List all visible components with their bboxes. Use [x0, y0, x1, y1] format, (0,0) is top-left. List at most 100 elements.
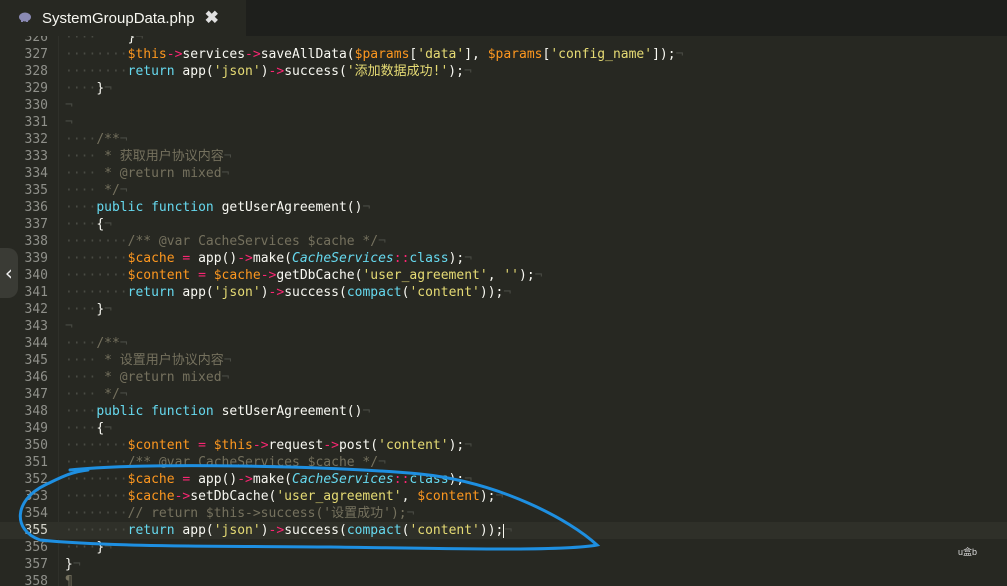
code-text: }¬ — [65, 557, 81, 572]
code-line[interactable]: 333 ···· * 获取用户协议内容¬ — [0, 148, 1007, 165]
line-number: 335 — [24, 183, 48, 198]
code-text: ····public function setUserAgreement()¬ — [65, 404, 371, 419]
code-line[interactable]: 338 ········/** @var CacheServices $cache… — [0, 233, 1007, 250]
code-line[interactable]: 345 ···· * 设置用户协议内容¬ — [0, 352, 1007, 369]
code-text: ····/**¬ — [65, 132, 128, 147]
code-line[interactable]: 349 ····{¬ — [0, 420, 1007, 437]
code-text: ········/** @var CacheServices $cache */… — [65, 455, 386, 470]
code-line[interactable]: 336 ····public function getUserAgreement(… — [0, 199, 1007, 216]
chevron-left-icon[interactable]: ‹ — [0, 248, 18, 298]
code-text: ····{¬ — [65, 421, 112, 436]
code-line[interactable]: 351 ········/** @var CacheServices $cache… — [0, 454, 1007, 471]
code-text: ···· * @return mixed¬ — [65, 370, 230, 385]
code-line[interactable]: 341 ········return app('json')->success(c… — [0, 284, 1007, 301]
line-number: 346 — [24, 370, 48, 385]
code-line[interactable]: 355 ········return app('json')->success(c… — [0, 522, 1007, 539]
line-number: 353 — [24, 489, 48, 504]
file-tab[interactable]: SystemGroupData.php ✖ — [0, 0, 246, 36]
code-text: ···· * 获取用户协议内容¬ — [65, 149, 232, 164]
line-number: 336 — [24, 200, 48, 215]
code-line[interactable]: 326 ···· }¬ — [0, 36, 1007, 46]
code-text: ¬ — [65, 98, 73, 113]
line-number: 333 — [24, 149, 48, 164]
code-text: ····}¬ — [65, 81, 112, 96]
gutter-divider — [58, 36, 59, 586]
code-text: ····/**¬ — [65, 336, 128, 351]
line-number: 327 — [24, 47, 48, 62]
line-number: 347 — [24, 387, 48, 402]
code-text: ········return app('json')->success(comp… — [65, 285, 512, 300]
code-line[interactable]: 350 ········$content = $this->request->po… — [0, 437, 1007, 454]
code-line[interactable]: 332 ····/**¬ — [0, 131, 1007, 148]
code-line[interactable]: 357 }¬ — [0, 556, 1007, 573]
code-text: ····}¬ — [65, 302, 112, 317]
code-text: ···· * 设置用户协议内容¬ — [65, 353, 232, 368]
line-number: 350 — [24, 438, 48, 453]
code-line[interactable]: 358 ¶ — [0, 573, 1007, 586]
code-text: ···· */¬ — [65, 183, 128, 198]
code-line[interactable]: 334 ···· * @return mixed¬ — [0, 165, 1007, 182]
code-text: ········$cache = app()->make(CacheServic… — [65, 472, 473, 487]
code-line[interactable]: 335 ···· */¬ — [0, 182, 1007, 199]
code-line[interactable]: 354 ········// return $this->success('设置成… — [0, 505, 1007, 522]
code-text: ········return app('json')->success(comp… — [65, 523, 513, 538]
line-number: 357 — [24, 557, 48, 572]
line-number: 351 — [24, 455, 48, 470]
code-text: ····{¬ — [65, 217, 112, 232]
code-line[interactable]: 328 ········return app('json')->success('… — [0, 63, 1007, 80]
code-line[interactable]: 344 ····/**¬ — [0, 335, 1007, 352]
line-number: 328 — [24, 64, 48, 79]
code-text: ········$cache->setDbCache('user_agreeme… — [65, 489, 504, 504]
code-text: ········/** @var CacheServices $cache */… — [65, 234, 386, 249]
code-text: ····}¬ — [65, 540, 112, 555]
code-line[interactable]: 327 ········$this->services->saveAllData(… — [0, 46, 1007, 63]
line-number: 344 — [24, 336, 48, 351]
line-number: 345 — [24, 353, 48, 368]
line-number: 354 — [24, 506, 48, 521]
line-number: 332 — [24, 132, 48, 147]
code-text: ········$content = $this->request->post(… — [65, 438, 473, 453]
line-number: 337 — [24, 217, 48, 232]
line-number: 352 — [24, 472, 48, 487]
code-line[interactable]: 353 ········$cache->setDbCache('user_agre… — [0, 488, 1007, 505]
line-number: 355 — [24, 523, 48, 538]
code-line[interactable]: 329 ····}¬ — [0, 80, 1007, 97]
code-line[interactable]: 330 ¬ — [0, 97, 1007, 114]
code-line[interactable]: 348 ····public function setUserAgreement(… — [0, 403, 1007, 420]
code-line[interactable]: 352 ········$cache = app()->make(CacheSer… — [0, 471, 1007, 488]
code-line[interactable]: 337 ····{¬ — [0, 216, 1007, 233]
code-text: ····public function getUserAgreement()¬ — [65, 200, 371, 215]
close-icon[interactable]: ✖ — [205, 8, 219, 28]
line-number: 349 — [24, 421, 48, 436]
line-number: 326 — [24, 36, 48, 45]
code-text: ········$this->services->saveAllData($pa… — [65, 47, 684, 62]
code-text: ········$cache = app()->make(CacheServic… — [65, 251, 473, 266]
watermark: u盒b — [958, 547, 978, 557]
tab-bar: SystemGroupData.php ✖ — [0, 0, 1007, 36]
code-text: ¬ — [65, 319, 73, 334]
code-editor[interactable]: 326 ···· }¬ 327 ········$this->services->sa… — [0, 36, 1007, 586]
code-text: ········// return $this->success('设置成功')… — [65, 506, 415, 521]
code-text: ¶ — [65, 574, 73, 586]
line-number: 342 — [24, 302, 48, 317]
code-line[interactable]: 331 ¬ — [0, 114, 1007, 131]
code-line[interactable]: 356 ····}¬ — [0, 539, 1007, 556]
code-line[interactable]: 340 ········$content = $cache->getDbCache… — [0, 267, 1007, 284]
tab-title: SystemGroupData.php — [42, 9, 195, 27]
php-elephant-icon — [18, 11, 32, 25]
line-number: 330 — [24, 98, 48, 113]
code-text: ···· }¬ — [65, 36, 144, 45]
line-number: 334 — [24, 166, 48, 181]
code-line[interactable]: 343 ¬ — [0, 318, 1007, 335]
line-number: 356 — [24, 540, 48, 555]
code-line[interactable]: 346 ···· * @return mixed¬ — [0, 369, 1007, 386]
code-line[interactable]: 347 ···· */¬ — [0, 386, 1007, 403]
code-text: ········return app('json')->success('添加数… — [65, 64, 472, 79]
line-number: 358 — [24, 574, 48, 586]
code-line[interactable]: 342 ····}¬ — [0, 301, 1007, 318]
code-line[interactable]: 339 ········$cache = app()->make(CacheSer… — [0, 250, 1007, 267]
code-text: ···· * @return mixed¬ — [65, 166, 230, 181]
line-number: 348 — [24, 404, 48, 419]
code-text: ¬ — [65, 115, 73, 130]
line-number: 331 — [24, 115, 48, 130]
